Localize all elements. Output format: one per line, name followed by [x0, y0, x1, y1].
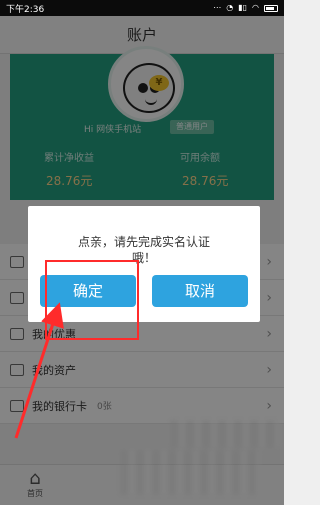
real-name-verification-dialog: 点亲，请先完成实名认证 哦！ 确定 取消 — [28, 206, 260, 322]
dialog-message: 点亲，请先完成实名认证 哦！ — [28, 234, 260, 266]
dialog-message-line1: 点亲，请先完成实名认证 — [77, 235, 210, 249]
status-icons: ⋯ ◔ ▮▯ ◠ — [213, 4, 278, 12]
app-screen: 下午2:36 ⋯ ◔ ▮▯ ◠ 账户 ¥ Hi 网侠手机站 普通用户 累计净收益… — [0, 0, 284, 505]
dots-icon: ⋯ — [213, 3, 222, 12]
status-time: 下午2:36 — [6, 4, 45, 15]
signal-icon: ▮▯ — [238, 3, 248, 12]
cancel-button[interactable]: 取消 — [152, 275, 248, 307]
battery-icon — [264, 4, 278, 12]
dialog-message-line2: 哦！ — [131, 251, 156, 265]
alarm-icon: ◔ — [226, 3, 234, 12]
status-bar: 下午2:36 ⋯ ◔ ▮▯ ◠ — [0, 0, 284, 16]
confirm-button[interactable]: 确定 — [40, 275, 136, 307]
wifi-icon: ◠ — [252, 3, 259, 12]
